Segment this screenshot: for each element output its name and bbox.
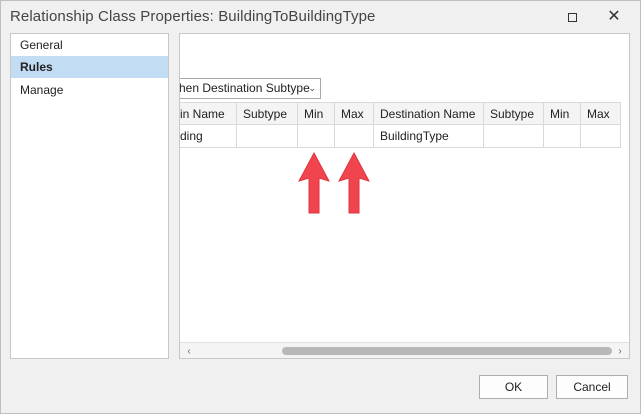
- horizontal-scrollbar[interactable]: ‹ ›: [180, 342, 629, 358]
- cancel-button[interactable]: Cancel: [556, 375, 628, 399]
- column-header-destination-max[interactable]: Max: [581, 102, 621, 125]
- column-header-destination-subtype[interactable]: Subtype: [484, 102, 544, 125]
- column-header-destination-name[interactable]: Destination Name: [374, 102, 484, 125]
- rules-table: in Name Subtype Min Max Destination Name…: [180, 102, 621, 148]
- cell-origin-max[interactable]: [335, 125, 374, 148]
- cell-destination-min[interactable]: [544, 125, 581, 148]
- close-button[interactable]: ✕: [599, 5, 629, 29]
- column-header-origin-name[interactable]: in Name: [180, 102, 237, 125]
- close-icon: ✕: [607, 8, 621, 25]
- dialog-window: Relationship Class Properties: BuildingT…: [0, 0, 641, 414]
- red-arrow-max: [337, 151, 371, 214]
- column-header-max[interactable]: Max: [335, 102, 374, 125]
- ok-button[interactable]: OK: [479, 375, 548, 399]
- nav-item-rules[interactable]: Rules: [11, 56, 168, 78]
- left-navigation: General Rules Manage: [10, 33, 169, 359]
- cell-destination-name[interactable]: BuildingType: [374, 125, 484, 148]
- scroll-right-icon[interactable]: ›: [613, 344, 627, 358]
- rule-type-dropdown[interactable]: hen Destination Subtype ⌄: [179, 78, 321, 99]
- scrollbar-thumb[interactable]: [282, 347, 612, 355]
- cell-destination-max[interactable]: [581, 125, 621, 148]
- cell-origin-name[interactable]: ding: [180, 125, 237, 148]
- cell-origin-min[interactable]: [298, 125, 335, 148]
- title-bar[interactable]: Relationship Class Properties: BuildingT…: [1, 1, 640, 33]
- maximize-icon: [567, 12, 577, 22]
- dropdown-value: hen Destination Subtype: [179, 81, 310, 95]
- window-title: Relationship Class Properties: BuildingT…: [10, 8, 376, 25]
- maximize-button[interactable]: [557, 5, 587, 29]
- column-header-min[interactable]: Min: [298, 102, 335, 125]
- cell-origin-subtype[interactable]: [237, 125, 298, 148]
- nav-item-general[interactable]: General: [11, 34, 168, 56]
- red-arrow-min: [297, 151, 331, 214]
- scroll-left-icon[interactable]: ‹: [182, 344, 196, 358]
- chevron-down-icon: ⌄: [308, 83, 316, 93]
- rules-panel: hen Destination Subtype ⌄ in Name Subtyp…: [179, 33, 630, 359]
- column-header-subtype[interactable]: Subtype: [237, 102, 298, 125]
- column-header-destination-min[interactable]: Min: [544, 102, 581, 125]
- cell-destination-subtype[interactable]: [484, 125, 544, 148]
- nav-item-manage[interactable]: Manage: [11, 79, 168, 101]
